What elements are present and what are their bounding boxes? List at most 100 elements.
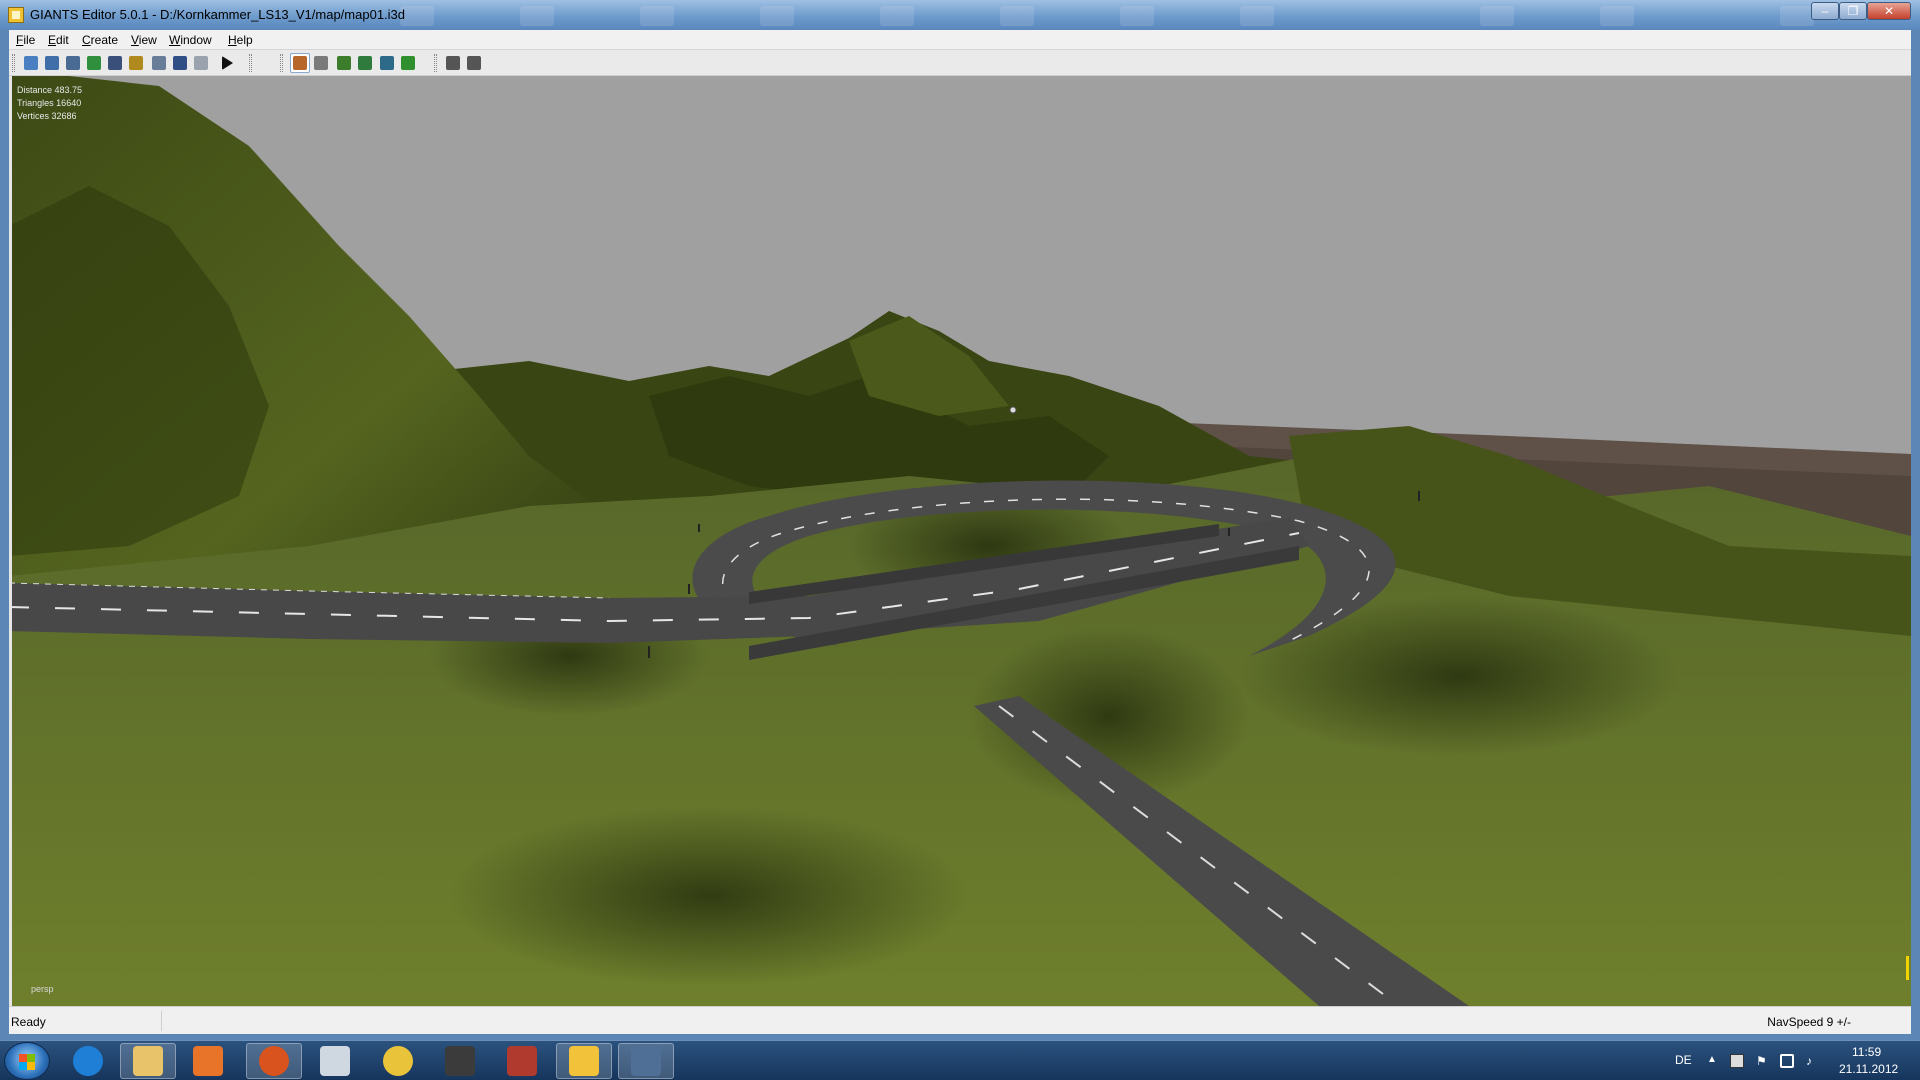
open-icon [45,56,59,70]
status-separator [161,1011,162,1031]
action-center-flag-icon[interactable]: ⚑ [1756,1054,1770,1068]
start-button[interactable] [4,1042,50,1080]
maximize-button[interactable]: ❐ [1839,2,1867,20]
nav-speed: NavSpeed 9 +/- [1767,1015,1851,1029]
toolbar-separator [434,54,437,72]
move-icon [314,56,328,70]
foliage-paint-button[interactable] [398,53,418,73]
taskbar-app-calculator[interactable] [307,1043,363,1079]
taskbar-app-farming-simulator[interactable] [494,1043,550,1079]
minimize-button[interactable]: – [1811,2,1839,20]
snap-button[interactable] [443,53,463,73]
menu-window[interactable]: Window [169,33,212,47]
nav-indicator [1906,956,1909,980]
firefox-icon [259,1046,289,1076]
network-icon[interactable] [1780,1054,1794,1068]
titlebar-decoration [1120,6,1154,26]
3d-viewport[interactable]: Distance 483.75 Triangles 16640 Vertices… [9,76,1911,1006]
titlebar-decoration [400,6,434,26]
refresh-icon [87,56,101,70]
title-bar[interactable]: GIANTS Editor 5.0.1 - D:/Kornkammer_LS13… [0,0,1920,30]
media-player-icon [193,1046,223,1076]
stat-triangles: Triangles 16640 [17,98,82,108]
play-button[interactable] [217,53,237,73]
terrain-sculpt-button[interactable] [334,53,354,73]
clock-date[interactable]: 21.11.2012 [1839,1062,1898,1076]
menu-view[interactable]: View [131,33,157,47]
menu-file[interactable]: File [16,33,35,47]
language-indicator[interactable]: DE [1675,1053,1692,1067]
taskbar-app-explorer-folder[interactable] [120,1043,176,1079]
taskbar-app-firefox[interactable] [246,1043,302,1079]
internet-explorer-icon [73,1046,103,1076]
tray-arrow-icon[interactable]: ▲ [1707,1054,1721,1068]
windows-logo-icon [19,1054,35,1070]
titlebar-decoration [1480,6,1514,26]
stat-vertices: Vertices 32686 [17,111,77,121]
play-icon [221,56,233,70]
titlebar-decoration [640,6,674,26]
giants-editor-task-icon [569,1046,599,1076]
refresh-button[interactable] [84,53,104,73]
toolbar-separator [280,54,283,72]
volume-icon[interactable]: ♪ [1806,1054,1820,1068]
settings-icon [467,56,481,70]
editor-window: GIANTS Editor 5.0.1 - D:/Kornkammer_LS13… [0,0,1920,1040]
terrain-sculpt-icon [337,56,351,70]
menu-bar: File Edit Create View Window Help [9,30,1911,50]
taskbar-app-giants-editor-task[interactable] [556,1043,612,1079]
revert-button[interactable] [149,53,169,73]
tray-app-icon[interactable] [1730,1054,1744,1068]
clock-time[interactable]: 11:59 [1852,1045,1881,1059]
foliage-paint-icon [401,56,415,70]
tractor-icon [445,1046,475,1076]
snap-icon [446,56,460,70]
open-button[interactable] [42,53,62,73]
toolbar-grip[interactable] [12,54,15,72]
import-icon [66,56,80,70]
status-text: Ready [11,1015,46,1029]
redo-icon [194,56,208,70]
calculator-icon [320,1046,350,1076]
titlebar-decoration [880,6,914,26]
terrain-scene[interactable] [9,76,1911,1006]
titlebar-decoration [1000,6,1034,26]
select-icon [293,56,307,70]
taskbar-app-media-player[interactable] [180,1043,236,1079]
toolbox-icon [631,1046,661,1076]
save-button[interactable] [105,53,125,73]
undo-button[interactable] [170,53,190,73]
main-toolbar [9,50,1911,76]
taskbar-app-tractor[interactable] [432,1043,488,1079]
undo-icon [173,56,187,70]
terrain-smooth-button[interactable] [377,53,397,73]
close-button[interactable]: ✕ [1867,2,1911,20]
window-title: GIANTS Editor 5.0.1 - D:/Kornkammer_LS13… [30,7,406,22]
new-icon [24,56,38,70]
import-button[interactable] [63,53,83,73]
farming-simulator-icon [507,1046,537,1076]
taskbar-app-chrome[interactable] [370,1043,426,1079]
viewport-stats: Distance 483.75 Triangles 16640 Vertices… [17,84,82,123]
menu-help[interactable]: Help [228,33,253,47]
titlebar-decoration [1600,6,1634,26]
toolbar-separator [249,54,252,72]
save-as-icon [129,56,143,70]
save-icon [108,56,122,70]
move-button[interactable] [311,53,331,73]
taskbar-app-internet-explorer[interactable] [60,1043,116,1079]
save-as-button[interactable] [126,53,146,73]
taskbar-app-toolbox[interactable] [618,1043,674,1079]
titlebar-decoration [1240,6,1274,26]
menu-create[interactable]: Create [82,33,118,47]
chrome-icon [383,1046,413,1076]
terrain-paint-button[interactable] [355,53,375,73]
new-button[interactable] [21,53,41,73]
status-bar: Ready NavSpeed 9 +/- [9,1006,1911,1034]
light-gizmo-icon[interactable] [1009,406,1017,414]
menu-edit[interactable]: Edit [48,33,69,47]
redo-button[interactable] [191,53,211,73]
settings-button[interactable] [464,53,484,73]
taskbar: DE ▲ ⚑ ♪ 11:59 21.11.2012 [0,1040,1920,1080]
select-button[interactable] [290,53,310,73]
